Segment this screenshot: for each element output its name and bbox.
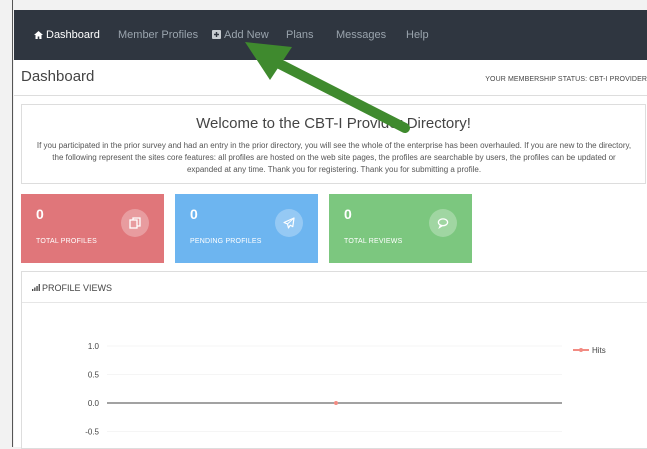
y-tick-label: -0.5 (85, 428, 99, 437)
legend-marker (579, 348, 583, 352)
data-point (334, 401, 338, 405)
legend-label: Hits (592, 346, 606, 355)
profile-views-chart: 1.0 0.5 0.0 -0.5 Hits (85, 342, 606, 437)
screenshot-frame: Dashboard Member Profiles Add New Plans … (0, 0, 647, 449)
y-tick-label: 1.0 (88, 342, 100, 351)
y-tick-label: 0.0 (88, 399, 100, 408)
y-tick-label: 0.5 (88, 371, 100, 380)
